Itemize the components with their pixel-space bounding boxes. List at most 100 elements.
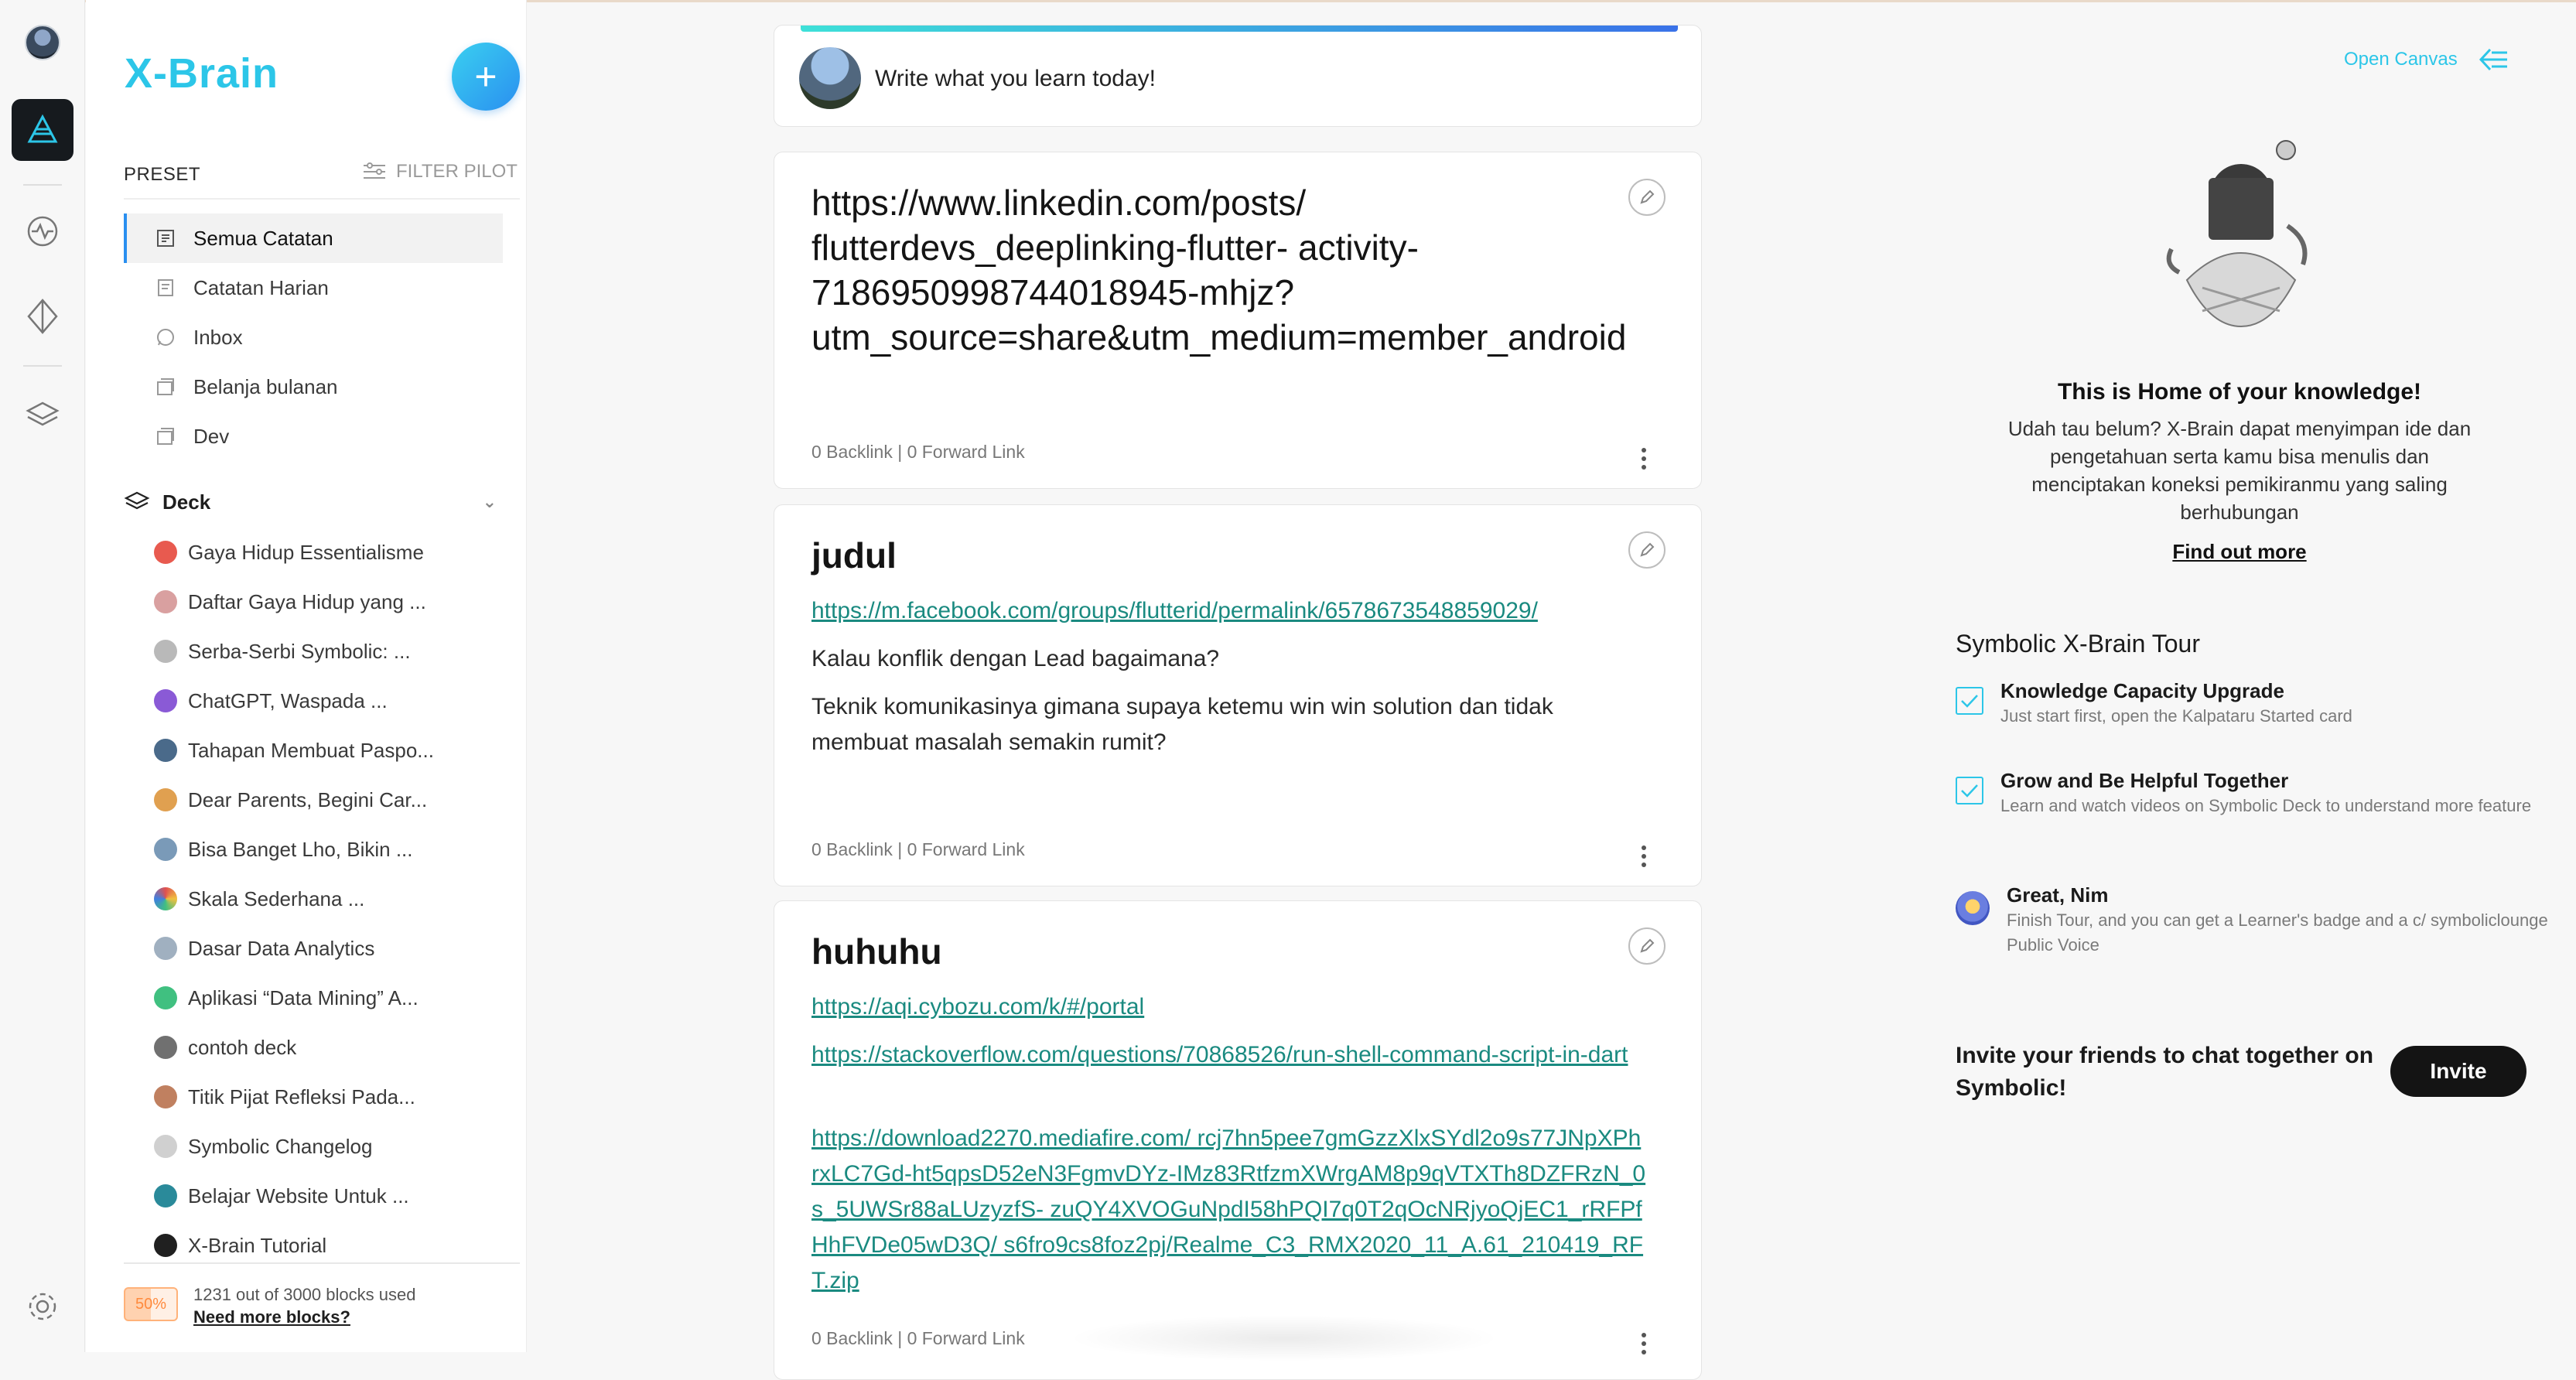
- diamond-rail-button[interactable]: [23, 297, 62, 336]
- usage-text: 1231 out of 3000 blocks used: [193, 1285, 416, 1304]
- layers-rail-button[interactable]: [23, 396, 62, 435]
- pencil-icon: [1640, 190, 1655, 204]
- nav-item-inbox[interactable]: Inbox: [124, 313, 503, 362]
- note-composer[interactable]: Write what you learn today!: [774, 25, 1702, 127]
- icon-rail: [0, 0, 85, 1352]
- note-card[interactable]: judul https://m.facebook.com/groups/flut…: [774, 504, 1702, 886]
- nav-item-dev[interactable]: Dev: [124, 412, 503, 461]
- deck-thumbnail-icon: [154, 788, 177, 811]
- deck-item[interactable]: Aplikasi “Data Mining” A...: [154, 973, 510, 1023]
- note-title: huhuhu: [811, 931, 942, 972]
- deck-thumbnail-icon: [154, 590, 177, 613]
- usage-badge: 50%: [124, 1287, 178, 1321]
- tour-step[interactable]: Grow and Be Helpful Together Learn and w…: [1956, 767, 2559, 818]
- deck-item[interactable]: Dasar Data Analytics: [154, 924, 510, 973]
- deck-item-label: Tahapan Membuat Paspo...: [188, 738, 434, 762]
- deck-item-label: Aplikasi “Data Mining” A...: [188, 985, 419, 1009]
- edit-button[interactable]: [1628, 927, 1666, 965]
- tour-step-title: Great, Nim: [2007, 883, 2109, 907]
- deck-item-label: contoh deck: [188, 1035, 297, 1059]
- more-options-icon[interactable]: [1641, 845, 1647, 867]
- deck-item[interactable]: Daftar Gaya Hidup yang ...: [154, 577, 510, 627]
- open-canvas-label: Open Canvas: [2344, 49, 2458, 70]
- folder-icon: [155, 425, 176, 447]
- composer-placeholder[interactable]: Write what you learn today!: [875, 66, 1156, 92]
- need-more-blocks-link[interactable]: Need more blocks?: [193, 1307, 415, 1327]
- layers-icon: [26, 401, 60, 426]
- note-card[interactable]: huhuhu https://aqi.cybozu.com/k/#/portal…: [774, 900, 1702, 1380]
- deck-section-toggle[interactable]: Deck ⌄: [124, 483, 503, 521]
- xbrain-rail-button[interactable]: [12, 99, 73, 161]
- user-avatar[interactable]: [25, 25, 60, 60]
- nav-item-semua-catatan[interactable]: Semua Catatan: [124, 213, 503, 263]
- deck-thumbnail-icon: [154, 689, 177, 712]
- xbrain-icon: [27, 114, 58, 143]
- deck-item-label: Skala Sederhana ...: [188, 886, 365, 910]
- deck-item-label: ChatGPT, Waspada ...: [188, 688, 388, 712]
- deck-item[interactable]: Dear Parents, Begini Car...: [154, 775, 510, 825]
- deck-item-label: Dasar Data Analytics: [188, 936, 375, 960]
- deck-item-label: Daftar Gaya Hidup yang ...: [188, 589, 426, 613]
- divider: [124, 1262, 520, 1264]
- activity-rail-button[interactable]: [23, 212, 62, 251]
- nav-item-belanja-bulanan[interactable]: Belanja bulanan: [124, 362, 503, 412]
- brand-title: X-Brain: [125, 50, 279, 97]
- notes-icon: [155, 227, 176, 249]
- deck-thumbnail-icon: [154, 1135, 177, 1158]
- deck-thumbnail-icon: [154, 541, 177, 564]
- note-link[interactable]: https://m.facebook.com/groups/flutterid/…: [811, 593, 1662, 629]
- open-canvas-button[interactable]: Open Canvas: [2344, 46, 2509, 73]
- deck-item[interactable]: Serba-Serbi Symbolic: ...: [154, 627, 510, 676]
- nav-item-label: Inbox: [193, 325, 243, 349]
- deck-item[interactable]: ChatGPT, Waspada ...: [154, 676, 510, 726]
- deck-thumbnail-icon: [154, 838, 177, 861]
- settings-rail-button[interactable]: [23, 1287, 62, 1326]
- nav-item-label: Belanja bulanan: [193, 374, 338, 398]
- filter-pilot-button[interactable]: FILTER PILOT: [362, 161, 518, 183]
- edit-button[interactable]: [1628, 179, 1666, 216]
- note-title: judul: [811, 535, 897, 576]
- tour-step[interactable]: Knowledge Capacity Upgrade Just start fi…: [1956, 678, 2559, 729]
- deck-item[interactable]: Titik Pijat Refleksi Pada...: [154, 1072, 510, 1122]
- gear-icon: [29, 1293, 56, 1320]
- deck-list: Gaya Hidup Essentialisme Daftar Gaya Hid…: [154, 528, 510, 1270]
- sidebar-panel: X-Brain + PRESET FILTER PILOT Semua Cata…: [86, 0, 527, 1352]
- deck-item[interactable]: Symbolic Changelog: [154, 1122, 510, 1171]
- deck-item-label: Dear Parents, Begini Car...: [188, 787, 428, 811]
- nav-item-label: Semua Catatan: [193, 226, 333, 250]
- note-link[interactable]: https://download2270.mediafire.com/ rcj7…: [811, 1121, 1647, 1299]
- more-options-icon[interactable]: [1641, 1333, 1647, 1354]
- deck-item[interactable]: Gaya Hidup Essentialisme: [154, 528, 510, 577]
- block-usage: 50% 1231 out of 3000 blocks used Need mo…: [124, 1283, 415, 1327]
- note-text: Teknik komunikasinya gimana supaya ketem…: [811, 694, 1553, 755]
- checkbox-checked-icon[interactable]: [1956, 687, 1983, 715]
- whatsapp-icon: [155, 326, 176, 348]
- note-link[interactable]: https://stackoverflow.com/questions/7086…: [811, 1037, 1662, 1073]
- invite-button[interactable]: Invite: [2390, 1046, 2526, 1097]
- tour-step: Great, Nim Finish Tour, and you can get …: [1956, 882, 2559, 958]
- deck-thumbnail-icon: [154, 937, 177, 960]
- nav-item-catatan-harian[interactable]: Catatan Harian: [124, 263, 503, 313]
- deck-item-label: Symbolic Changelog: [188, 1134, 373, 1158]
- note-card[interactable]: https://www.linkedin.com/posts/ flutterd…: [774, 152, 1702, 489]
- collapse-arrow-icon: [2479, 48, 2507, 71]
- note-link[interactable]: https://aqi.cybozu.com/k/#/portal: [811, 989, 1662, 1025]
- edit-button[interactable]: [1628, 531, 1666, 569]
- more-options-icon[interactable]: [1641, 448, 1647, 470]
- deck-thumbnail-icon: [154, 1085, 177, 1108]
- right-panel: Open Canvas This is Home of your knowled…: [1903, 0, 2576, 1352]
- deck-item[interactable]: Belajar Website Untuk ...: [154, 1171, 510, 1221]
- deck-item[interactable]: Skala Sederhana ...: [154, 874, 510, 924]
- note-title: https://www.linkedin.com/posts/ flutterd…: [811, 183, 1627, 357]
- deck-item[interactable]: Tahapan Membuat Paspo...: [154, 726, 510, 775]
- add-note-button[interactable]: +: [452, 43, 520, 111]
- checkbox-checked-icon[interactable]: [1956, 777, 1983, 804]
- badge-medal-icon: [1956, 891, 1990, 925]
- find-out-more-link[interactable]: Find out more: [1903, 540, 2576, 564]
- deck-thumbnail-icon: [154, 986, 177, 1009]
- deck-item[interactable]: contoh deck: [154, 1023, 510, 1072]
- tour-title: Symbolic X-Brain Tour: [1956, 630, 2200, 658]
- deck-item[interactable]: Bisa Banget Lho, Bikin ...: [154, 825, 510, 874]
- tour-step-desc: Just start first, open the Kalpataru Sta…: [2000, 706, 2352, 726]
- divider: [124, 198, 520, 200]
